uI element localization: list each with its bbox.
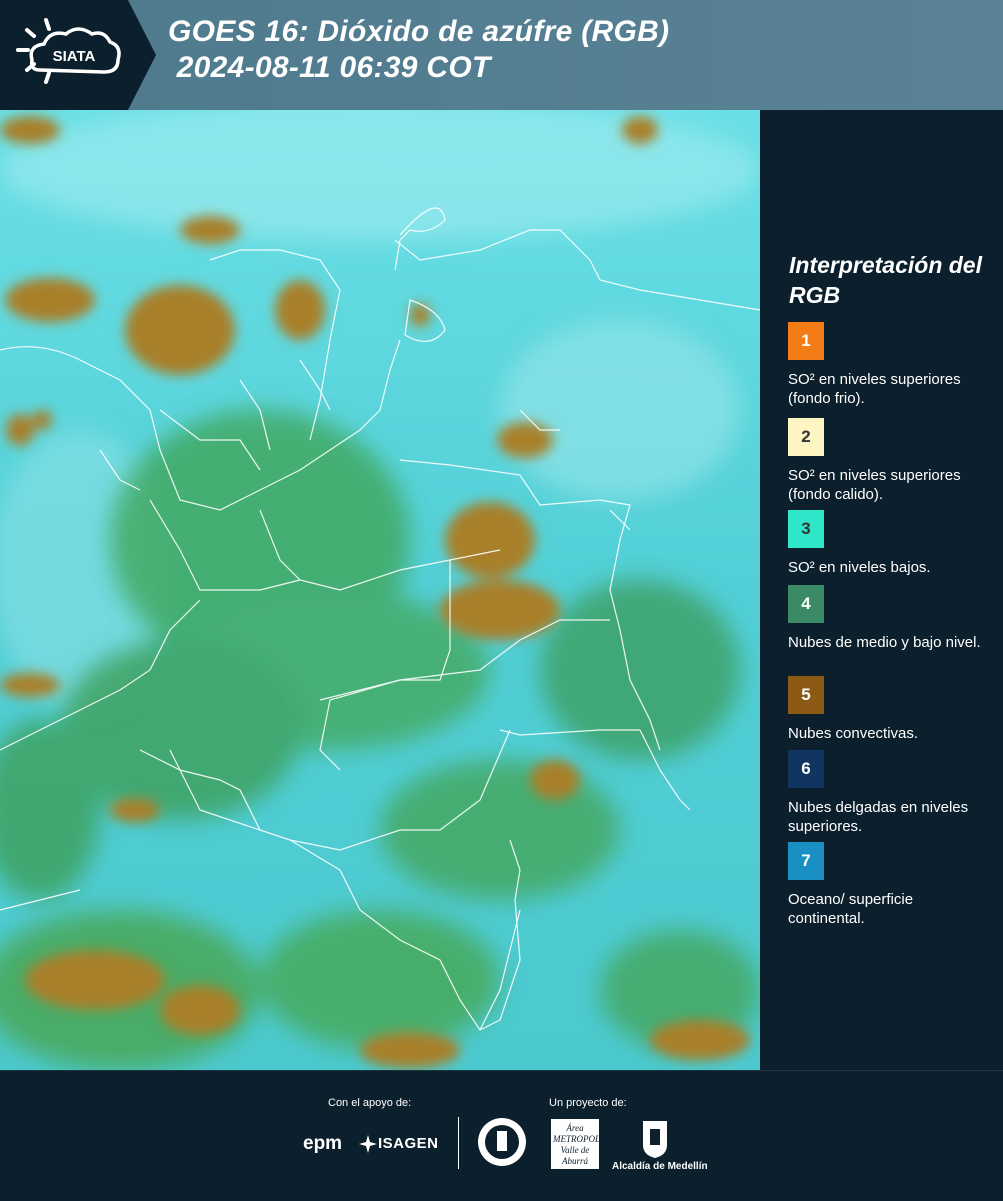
siata-logo-text: SIATA	[53, 48, 96, 65]
isagen-logo: ISAGEN	[378, 1135, 439, 1152]
legend-label-6: Nubes delgadas en niveles superiores.	[788, 799, 969, 835]
legend-item-1: 1 SO² en niveles superiores (fondo frio)…	[788, 322, 993, 408]
title-line-1: GOES 16: Dióxido de azúfre (RGB)	[168, 15, 670, 48]
satellite-rgb-image	[0, 110, 760, 1070]
legend-label-3: SO² en niveles bajos.	[788, 559, 931, 576]
project-label: Un proyecto de:	[549, 1097, 627, 1109]
siata-logo-icon: SIATA	[0, 0, 156, 110]
area-metropolitana-text: Área METROPOLITANA Valle de Aburrá	[553, 1123, 625, 1166]
legend-swatch-2: 2	[788, 418, 824, 456]
legend-item-7: 7 Oceano/ superficie continental.	[788, 842, 993, 928]
epm-logo: epm	[303, 1133, 343, 1154]
alcaldia-text: Alcaldía de Medellín	[612, 1161, 708, 1172]
legend-panel: Interpretación del RGB 1 SO² en niveles …	[760, 110, 1003, 1070]
legend-label-5: Nubes convectivas.	[788, 725, 919, 742]
support-label: Con el apoyo de:	[328, 1097, 412, 1109]
medellin-seal-icon	[477, 1117, 527, 1167]
legend-item-6: 6 Nubes delgadas en niveles superiores.	[788, 750, 993, 836]
legend-item-5: 5 Nubes convectivas.	[788, 676, 993, 743]
legend-swatch-4: 4	[788, 585, 824, 623]
alcaldia-shield-icon	[641, 1119, 669, 1159]
legend-swatch-3: 3	[788, 510, 824, 548]
legend-swatch-7: 7	[788, 842, 824, 880]
legend-label-4: Nubes de medio y bajo nivel.	[788, 634, 981, 651]
footer: Con el apoyo de: Un proyecto de: epm ISA…	[0, 1070, 1003, 1201]
title-line-2: 2024-08-11 06:39 COT	[168, 51, 491, 84]
legend-swatch-5: 5	[788, 676, 824, 714]
legend-title: Interpretación del RGB	[789, 252, 982, 308]
isagen-star-icon	[359, 1135, 377, 1153]
header-bar: SIATA GOES 16: Dióxido de azúfre (RGB) 2…	[0, 0, 1003, 110]
legend-item-3: 3 SO² en niveles bajos.	[788, 510, 993, 577]
legend-label-7: Oceano/ superficie continental.	[788, 891, 914, 927]
legend-item-4: 4 Nubes de medio y bajo nivel.	[788, 585, 993, 652]
legend-item-2: 2 SO² en niveles superiores (fondo calid…	[788, 418, 993, 504]
footer-divider	[458, 1117, 459, 1169]
area-metropolitana-logo: Área METROPOLITANA Valle de Aburrá	[551, 1119, 625, 1169]
legend-swatch-1: 1	[788, 322, 824, 360]
legend-swatch-6: 6	[788, 750, 824, 788]
legend-label-1: SO² en niveles superiores (fondo frio).	[788, 371, 961, 407]
legend-label-2: SO² en niveles superiores (fondo calido)…	[788, 467, 961, 503]
siata-logo: SIATA	[0, 0, 160, 110]
satellite-map	[0, 110, 760, 1070]
page-title: GOES 16: Dióxido de azúfre (RGB) 2024-08…	[168, 14, 669, 86]
